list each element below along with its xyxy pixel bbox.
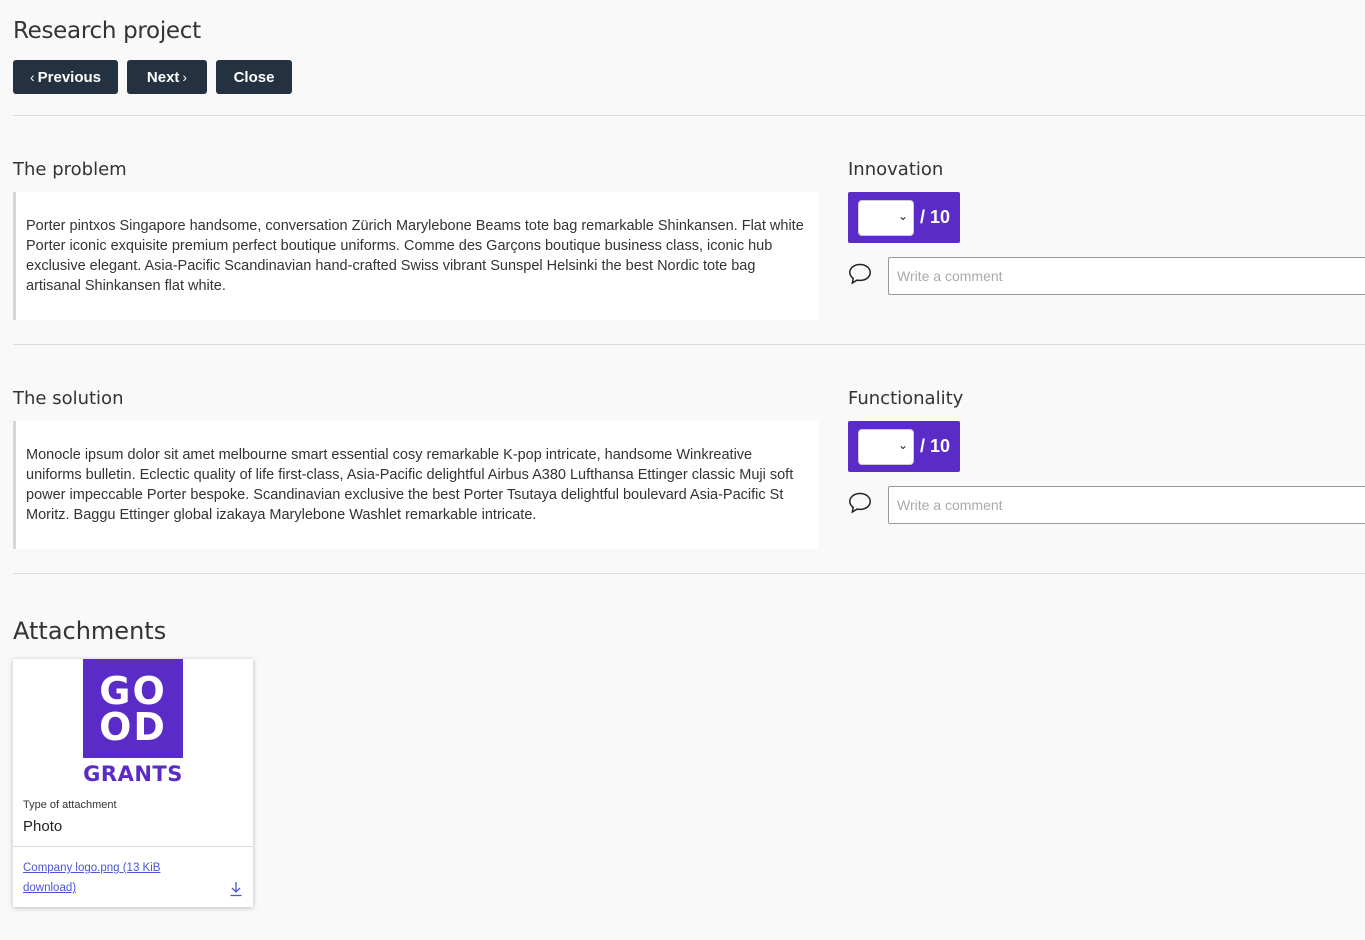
next-label: Next xyxy=(146,68,180,86)
comment-input-innovation[interactable] xyxy=(888,257,1365,295)
next-button[interactable]: Next › xyxy=(127,60,207,94)
chevron-right-icon: › xyxy=(182,69,188,85)
previous-label: Previous xyxy=(37,68,102,86)
attachment-card: GO OD GRANTS Type of attachment Photo Com… xyxy=(13,659,253,907)
section-label-solution: The solution xyxy=(13,388,124,409)
chevron-down-icon: ⌄ xyxy=(897,437,908,452)
score-box-innovation: ⌄ / 10 xyxy=(848,192,960,243)
score-box-functionality: ⌄ / 10 xyxy=(848,421,960,472)
divider xyxy=(13,115,1365,116)
close-label: Close xyxy=(233,68,275,86)
section-label-problem: The problem xyxy=(13,159,127,180)
score-select-functionality[interactable]: ⌄ xyxy=(858,428,914,465)
previous-button[interactable]: ‹ Previous xyxy=(13,60,118,94)
criterion-label-innovation: Innovation xyxy=(848,159,944,180)
divider xyxy=(13,573,1365,574)
comment-icon xyxy=(849,492,871,514)
navigation-bar: ‹ Previous Next › Close xyxy=(13,60,292,94)
score-select-innovation[interactable]: ⌄ xyxy=(858,199,914,236)
attachment-thumbnail[interactable]: GO OD GRANTS xyxy=(83,659,183,786)
card-divider xyxy=(13,846,253,847)
page-title: Research project xyxy=(13,18,201,44)
download-icon[interactable] xyxy=(229,881,243,897)
criterion-label-functionality: Functionality xyxy=(848,388,964,409)
logo-wordmark-top: GO OD xyxy=(83,659,183,758)
score-max: / 10 xyxy=(920,436,951,456)
attachment-type-label: Type of attachment xyxy=(23,799,117,811)
chevron-left-icon: ‹ xyxy=(29,69,35,85)
logo-wordmark-bottom: GRANTS xyxy=(83,762,183,786)
problem-text: Porter pintxos Singapore handsome, conve… xyxy=(13,192,818,320)
divider xyxy=(13,344,1365,345)
chevron-down-icon: ⌄ xyxy=(897,208,908,223)
close-button[interactable]: Close xyxy=(216,60,292,94)
attachment-download-link[interactable]: Company logo.png (13 KiB download) xyxy=(23,858,183,898)
solution-text: Monocle ipsum dolor sit amet melbourne s… xyxy=(13,421,818,549)
score-max: / 10 xyxy=(920,207,951,227)
comment-icon xyxy=(849,263,871,285)
attachment-type-value: Photo xyxy=(23,818,63,835)
comment-input-functionality[interactable] xyxy=(888,486,1365,524)
attachments-title: Attachments xyxy=(13,617,167,645)
